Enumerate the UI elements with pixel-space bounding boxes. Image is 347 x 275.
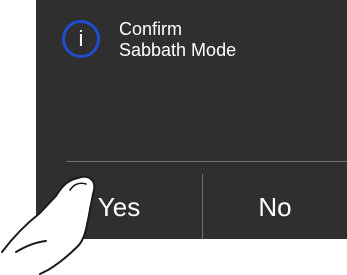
button-divider-horizontal: [66, 161, 347, 162]
stage: i Confirm Sabbath Mode Yes No: [0, 0, 347, 275]
message-line-1: Confirm: [119, 19, 183, 39]
info-icon: i: [62, 20, 100, 58]
no-button[interactable]: No: [203, 175, 347, 239]
message-line-2: Sabbath Mode: [119, 40, 237, 60]
dialog-message: Confirm Sabbath Mode: [119, 19, 236, 61]
info-icon-glyph: i: [78, 26, 84, 51]
yes-button[interactable]: Yes: [36, 175, 202, 239]
confirm-dialog: i Confirm Sabbath Mode Yes No: [36, 0, 347, 239]
